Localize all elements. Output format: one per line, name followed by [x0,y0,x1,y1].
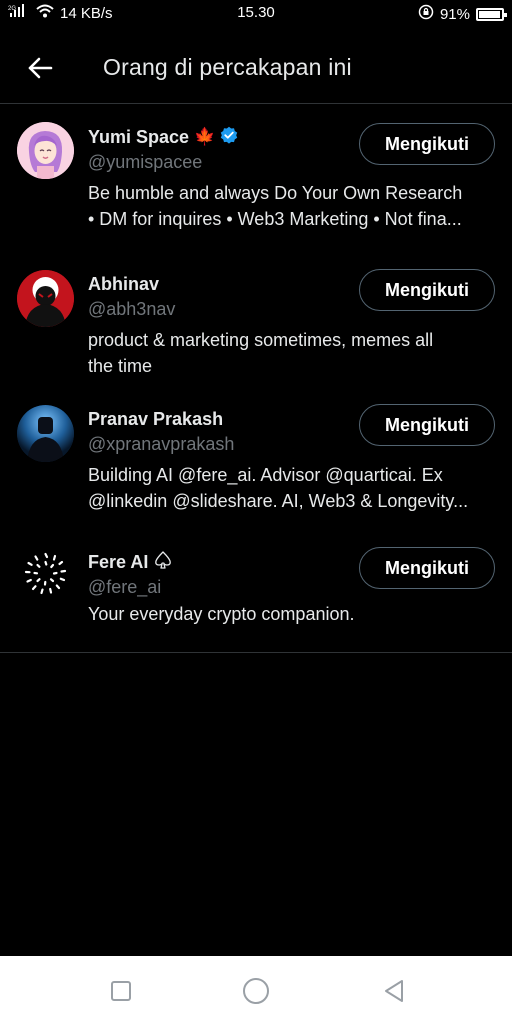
verified-badge-icon [220,126,238,149]
avatar[interactable] [17,405,74,462]
bio-line: Your everyday crypto companion. [88,604,355,624]
page-header: Orang di percakapan ini [0,34,512,104]
bio-line: @linkedin @slideshare. AI, Web3 & Longev… [88,491,469,511]
spade-icon [153,550,173,575]
user-name: Abhinav [88,273,160,294]
status-bar: 2G 14 KB/s 15.30 91% [0,0,512,28]
bio-line: Building AI @fere_ai. Advisor @quarticai… [88,465,443,485]
home-button[interactable] [241,976,271,1006]
user-name: Pranav Prakash [88,408,224,429]
status-right: 91% [418,4,507,24]
bio-line: • DM for inquires • Web3 Marketing • Not… [88,209,462,229]
avatar[interactable] [17,545,74,602]
avatar[interactable] [17,270,74,327]
following-button[interactable]: Mengikuti [359,123,495,165]
user-name: Yumi Space [88,126,190,147]
recents-button[interactable] [106,976,136,1006]
system-navigation-bar [0,956,512,1024]
maple-leaf-emoji: 🍁 [194,127,216,146]
user-bio: Your everyday crypto companion. [88,601,496,627]
user-bio: Building AI @fere_ai. Advisor @quarticai… [88,462,496,514]
triangle-back-icon [385,980,403,1002]
list-item[interactable]: Pranav Prakash @xpranavprakash Building … [0,392,512,537]
bio-line: product & marketing sometimes, memes all [88,330,434,350]
battery-icon [476,7,507,21]
arrow-left-icon [28,57,53,79]
list-item[interactable]: Abhinav @abh3nav product & marketing som… [0,258,512,392]
square-recents-icon [111,981,131,1001]
bio-line: Be humble and always Do Your Own Researc… [88,183,463,203]
user-name: Fere AI [88,551,149,572]
following-button[interactable]: Mengikuti [359,404,495,446]
list-item[interactable]: Fere AI @fere_ai Your everyday crypto co… [0,537,512,652]
list-item[interactable]: Yumi Space 🍁 @yumispacee Be humble and a… [0,105,512,258]
bio-line: the time [88,356,153,376]
user-bio: Be humble and always Do Your Own Researc… [88,180,496,232]
user-bio: product & marketing sometimes, memes all… [88,327,496,379]
following-button[interactable]: Mengikuti [359,547,495,589]
avatar[interactable] [17,122,74,179]
vpn-lock-icon [418,4,434,24]
circle-home-icon [243,978,269,1004]
back-button[interactable] [22,50,58,86]
back-nav-button[interactable] [379,976,409,1006]
page-title: Orang di percakapan ini [103,54,352,80]
people-list: Yumi Space 🍁 @yumispacee Be humble and a… [0,105,512,653]
battery-percent: 91% [439,5,470,23]
following-button[interactable]: Mengikuti [359,269,495,311]
